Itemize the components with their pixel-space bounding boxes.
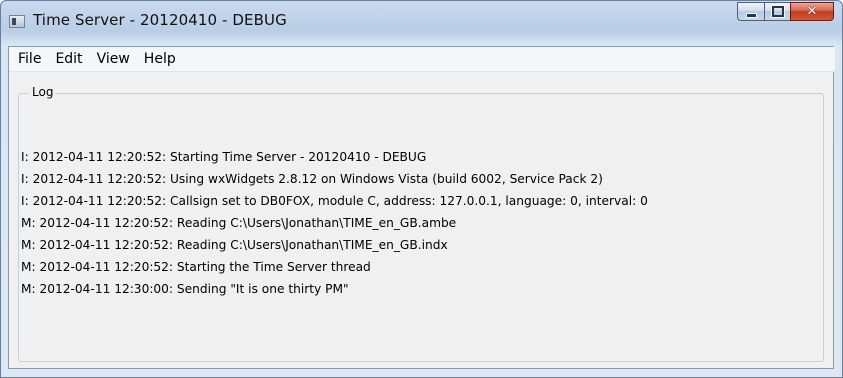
caption-buttons: ✕ <box>737 2 834 22</box>
minimize-icon <box>745 12 757 18</box>
menu-bar: File Edit View Help <box>9 47 835 72</box>
app-icon[interactable] <box>9 15 25 28</box>
menu-help[interactable]: Help <box>137 48 183 70</box>
minimize-button[interactable] <box>737 2 764 21</box>
log-line: M: 2012-04-11 12:30:00: Sending "It is o… <box>21 282 349 296</box>
maximize-icon <box>770 5 785 18</box>
log-label: Log <box>29 85 57 99</box>
close-icon: ✕ <box>806 4 818 19</box>
log-line: I: 2012-04-11 12:20:52: Using wxWidgets … <box>21 172 603 186</box>
log-line: M: 2012-04-11 12:20:52: Starting the Tim… <box>21 260 371 274</box>
menu-view[interactable]: View <box>90 48 137 70</box>
log-list[interactable]: I: 2012-04-11 12:20:52: Starting Time Se… <box>21 146 811 300</box>
log-line: I: 2012-04-11 12:20:52: Starting Time Se… <box>21 150 427 164</box>
maximize-button[interactable] <box>764 2 790 21</box>
close-button[interactable]: ✕ <box>790 2 834 21</box>
client-area: File Edit View Help Log I: 2012-04-11 12… <box>8 46 835 369</box>
title-bar[interactable]: Time Server - 20120410 - DEBUG ✕ <box>1 1 842 45</box>
menu-file[interactable]: File <box>11 48 48 70</box>
app-window: Time Server - 20120410 - DEBUG ✕ File Ed… <box>0 0 843 378</box>
window-title: Time Server - 20120410 - DEBUG <box>33 11 287 29</box>
log-line: M: 2012-04-11 12:20:52: Reading C:\Users… <box>21 238 448 252</box>
log-line: I: 2012-04-11 12:20:52: Callsign set to … <box>21 194 648 208</box>
menu-edit[interactable]: Edit <box>48 48 89 70</box>
log-line: M: 2012-04-11 12:20:52: Reading C:\Users… <box>21 216 457 230</box>
